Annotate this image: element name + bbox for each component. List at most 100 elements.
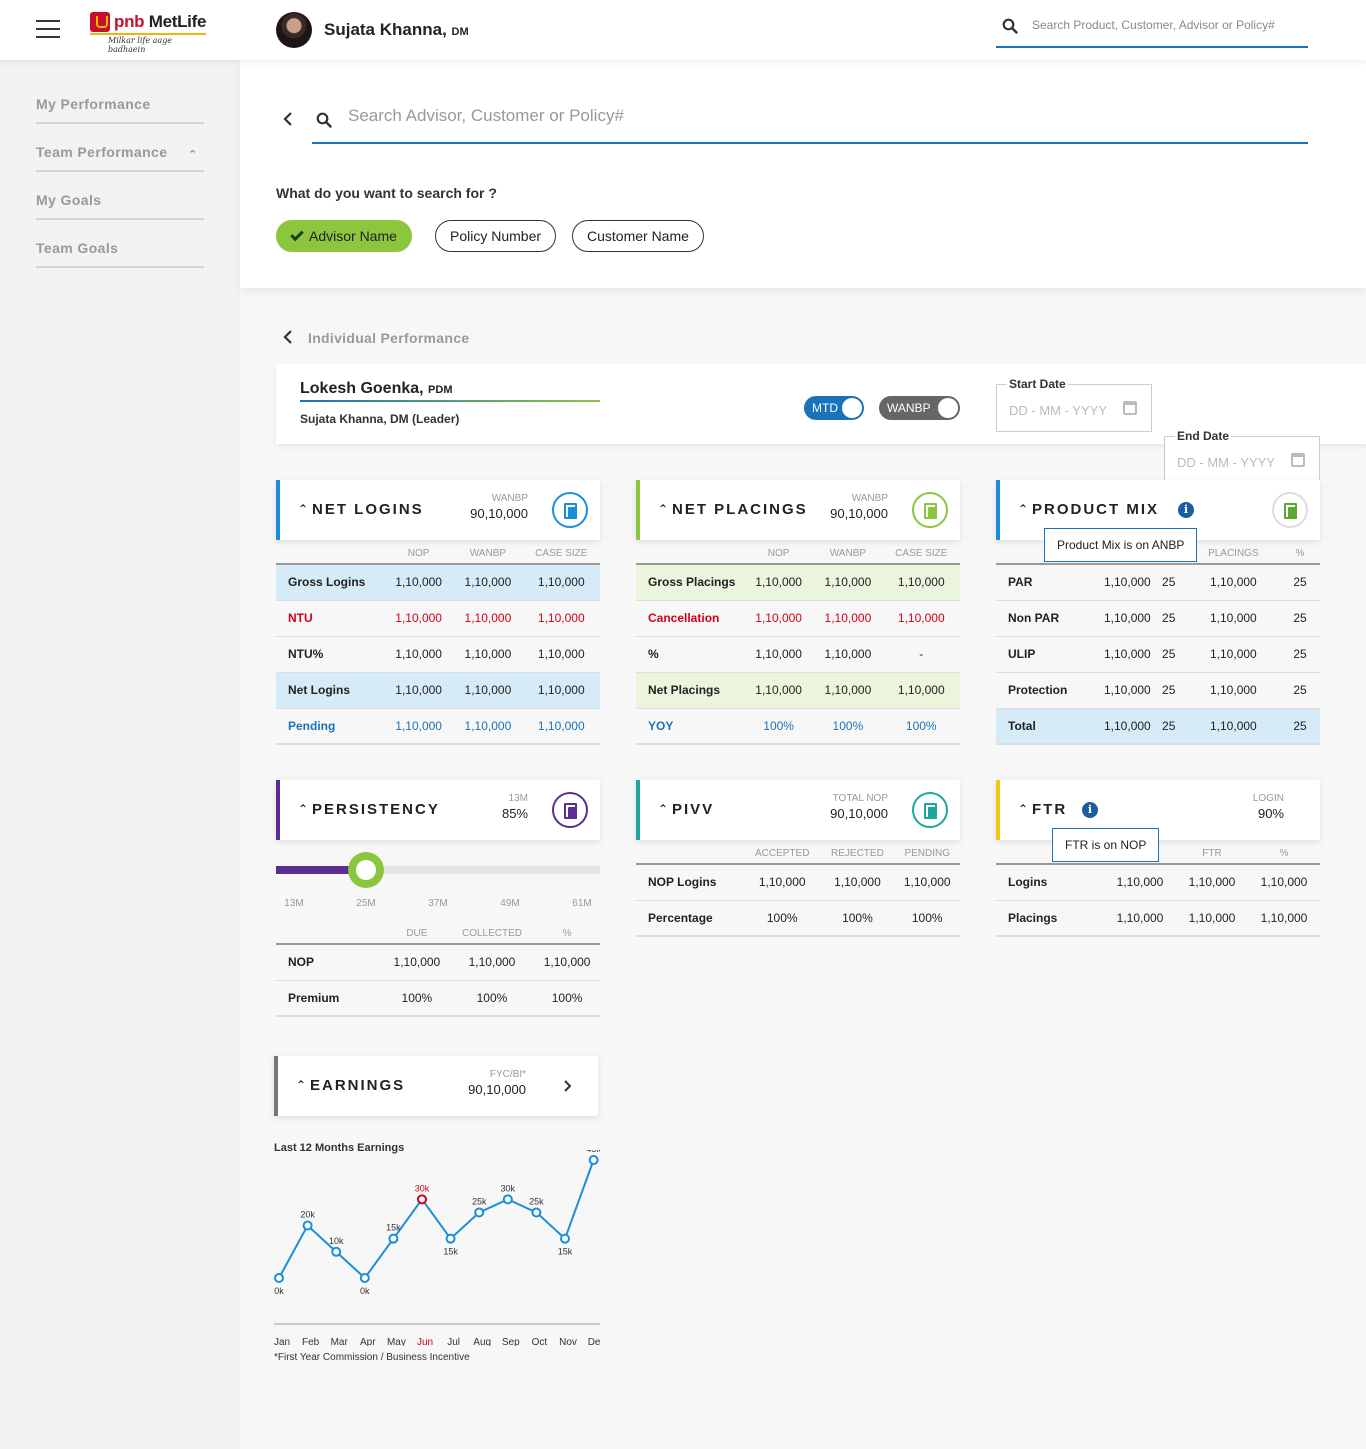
field-label: Start Date	[1007, 377, 1068, 391]
data-point[interactable]	[274, 1273, 284, 1283]
card-header[interactable]: ⌃ NET LOGINS WANBP 90,10,000	[276, 480, 600, 540]
chevron-up-icon[interactable]: ⌃	[298, 802, 308, 816]
toggle-label: MTD	[812, 401, 838, 415]
persistency-slider[interactable]	[276, 852, 600, 888]
data-point[interactable]	[474, 1207, 485, 1218]
sidebar-item-team-performance[interactable]: Team Performance ⌃	[36, 144, 204, 172]
calendar-icon[interactable]	[1123, 401, 1137, 415]
copy-icon[interactable]	[912, 792, 948, 828]
copy-icon[interactable]	[912, 492, 948, 528]
card-header[interactable]: ⌃ PIVV TOTAL NOP 90,10,000	[636, 780, 960, 840]
x-tick-label: May	[387, 1337, 406, 1346]
calendar-icon[interactable]	[1291, 453, 1305, 467]
wanbp-toggle[interactable]: WANBP	[879, 396, 960, 420]
table-row: Pending 1,10,000 1,10,000 1,10,000	[276, 708, 600, 745]
data-point[interactable]	[388, 1233, 399, 1244]
sidebar-item-my-goals[interactable]: My Goals	[36, 192, 204, 220]
card-title: NET PLACINGS	[672, 501, 808, 518]
chevron-up-icon[interactable]: ⌃	[1018, 802, 1028, 816]
data-point[interactable]	[331, 1246, 342, 1257]
card-title: FTR	[1032, 801, 1068, 818]
chevron-up-icon[interactable]: ⌃	[298, 502, 308, 516]
data-point[interactable]	[417, 1194, 427, 1205]
chevron-up-icon[interactable]: ⌃	[658, 802, 668, 816]
advisor-name: Lokesh Goenka, PDM	[300, 380, 600, 402]
data-point[interactable]	[445, 1233, 456, 1244]
user-avatar[interactable]	[276, 12, 312, 48]
data-label: 15k	[558, 1247, 573, 1257]
option-advisor-name[interactable]: Advisor Name	[276, 220, 412, 252]
slider-stop[interactable]: 37M	[418, 898, 458, 909]
copy-icon[interactable]	[1272, 492, 1308, 528]
copy-icon[interactable]	[552, 792, 588, 828]
card-header[interactable]: ⌃ NET PLACINGS WANBP 90,10,000	[636, 480, 960, 540]
x-tick-label: Jan	[274, 1337, 290, 1346]
sidebar-item-my-performance[interactable]: My Performance	[36, 96, 204, 124]
date-placeholder: DD - MM - YYYY	[1177, 455, 1275, 470]
date-placeholder: DD - MM - YYYY	[1009, 403, 1107, 418]
option-customer-name[interactable]: Customer Name	[572, 220, 704, 252]
card-header[interactable]: ⌃ EARNINGS FYC/BI* 90,10,000	[274, 1056, 598, 1116]
earnings-line-chart: 0k Jan 20k Feb 10k Mar 0k Apr 15k May 30k Jun 15k Jul…	[274, 1150, 600, 1346]
table-row: NTU 1,10,000 1,10,000 1,10,000	[276, 600, 600, 637]
top-bar: pnb MetLife Milkar life aage badhaein Su…	[0, 0, 1366, 60]
chevron-right-icon[interactable]	[564, 1080, 572, 1092]
advisor-search-input[interactable]	[348, 106, 1248, 126]
data-label: 15k	[386, 1223, 401, 1233]
data-point[interactable]	[560, 1233, 570, 1244]
card-kpi: TOTAL NOP 90,10,000	[830, 793, 888, 821]
back-arrow-icon[interactable]	[282, 112, 294, 126]
chevron-up-icon[interactable]: ⌃	[1018, 502, 1028, 516]
toggle-knob	[842, 398, 862, 418]
table-row: Protection 1,10,000 25 1,10,000 25	[996, 672, 1320, 709]
copy-icon[interactable]	[552, 492, 588, 528]
global-search-input[interactable]	[1032, 18, 1302, 32]
pnb-metlife-logo[interactable]: pnb MetLife Milkar life aage badhaein	[90, 12, 210, 54]
slider-stop[interactable]: 49M	[490, 898, 530, 909]
net-placings-table: NOP WANBP CASE SIZE Gross Placings 1,10,000…	[636, 540, 960, 745]
chevron-up-icon[interactable]: ⌃	[296, 1078, 306, 1092]
data-point[interactable]	[359, 1273, 370, 1283]
table-row: NTU% 1,10,000 1,10,000 1,10,000	[276, 636, 600, 673]
info-icon[interactable]: i	[1082, 802, 1098, 818]
data-label: 20k	[300, 1210, 315, 1220]
sidebar-item-label: Team Goals	[36, 240, 119, 256]
hamburger-menu-icon[interactable]	[36, 20, 60, 38]
table-row: Logins 1,10,000 1,10,000 1,10,000	[996, 864, 1320, 901]
earnings-card: ⌃ EARNINGS FYC/BI* 90,10,000 Last 12 Mont…	[274, 1056, 600, 1376]
data-point[interactable]	[502, 1194, 513, 1205]
search-icon[interactable]	[316, 112, 332, 128]
table-row: Non PAR 1,10,000 25 1,10,000 25	[996, 600, 1320, 637]
global-search	[996, 12, 1308, 48]
slider-stop[interactable]: 25M	[346, 898, 386, 909]
x-tick-label: Nov	[559, 1337, 577, 1346]
back-arrow-icon[interactable]	[282, 330, 294, 344]
logo-tagline: Milkar life aage badhaein	[108, 36, 173, 54]
info-icon[interactable]: i	[1178, 502, 1194, 518]
slider-stop[interactable]: 61M	[562, 898, 602, 909]
net-logins-table: NOP WANBP CASE SIZE Gross Logins 1,10,000 1,…	[276, 540, 600, 745]
advisor-leader: Sujata Khanna, DM (Leader)	[300, 412, 460, 426]
start-date-field[interactable]: Start Date DD - MM - YYYY	[996, 377, 1152, 432]
end-date-field[interactable]: End Date DD - MM - YYYY	[1164, 429, 1320, 484]
option-policy-number[interactable]: Policy Number	[435, 220, 557, 252]
chevron-up-icon[interactable]: ⌃	[658, 502, 668, 516]
pivv-card: ⌃ PIVV TOTAL NOP 90,10,000 ACCEPTED REJECT…	[636, 780, 960, 937]
data-point[interactable]	[531, 1207, 542, 1218]
search-question: What do you want to search for ?	[276, 185, 497, 201]
product-mix-table: PLACINGS% PAR 1,10,000 25 1,10,000 25 Non PA…	[996, 540, 1320, 745]
slider-thumb[interactable]	[348, 852, 384, 888]
table-row: ULIP 1,10,000 25 1,10,000 25	[996, 636, 1320, 673]
sidebar-item-team-goals[interactable]: Team Goals	[36, 240, 204, 268]
data-point[interactable]	[302, 1220, 313, 1231]
data-label: 25k	[472, 1196, 487, 1206]
mtd-toggle[interactable]: MTD	[804, 396, 864, 420]
slider-stop[interactable]: 13M	[274, 898, 314, 909]
card-header[interactable]: ⌃ PERSISTENCY 13M 85%	[276, 780, 600, 840]
page-title: Individual Performance	[308, 330, 470, 346]
product-mix-tooltip: Product Mix is on ANBP	[1044, 528, 1198, 562]
data-point[interactable]	[588, 1155, 599, 1165]
ftr-card: ⌃ FTR i LOGIN 90% FTR is on NOP FTR% Logi…	[996, 780, 1320, 937]
option-label: Policy Number	[450, 228, 542, 244]
search-icon[interactable]	[1002, 18, 1018, 34]
